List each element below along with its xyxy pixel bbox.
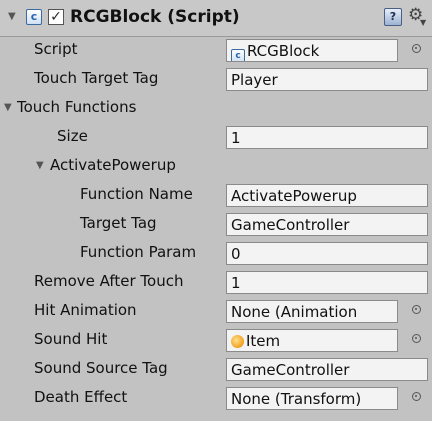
script-icon: c: [231, 49, 245, 61]
inspector-panel: ▼ c ✓ RCGBlock (Script) ? ⚙ ▼ Script c RC…: [0, 0, 432, 421]
target-tag-input[interactable]: GameController: [226, 213, 428, 236]
label-size: Size: [57, 127, 88, 145]
script-field[interactable]: c RCGBlock: [226, 39, 398, 62]
row-size: Size 1: [0, 123, 432, 152]
object-picker-icon[interactable]: [412, 305, 421, 314]
label-element: ActivatePowerup: [50, 156, 176, 174]
death-effect-field[interactable]: None (Transform): [226, 387, 398, 410]
row-element-activatepowerup[interactable]: ▼ ActivatePowerup: [0, 152, 432, 181]
row-sound-hit: Sound Hit Item: [0, 326, 432, 355]
row-sound-source-tag: Sound Source Tag GameController: [0, 355, 432, 384]
help-book-icon[interactable]: ?: [384, 8, 402, 26]
label-sound-source-tag: Sound Source Tag: [34, 359, 168, 377]
size-input[interactable]: 1: [226, 126, 428, 149]
component-header[interactable]: ▼ c ✓ RCGBlock (Script) ? ⚙ ▼: [0, 0, 432, 37]
row-death-effect: Death Effect None (Transform): [0, 384, 432, 413]
label-script: Script: [34, 40, 78, 58]
row-touch-target-tag: Touch Target Tag Player: [0, 65, 432, 94]
row-function-param: Function Param 0: [0, 239, 432, 268]
row-remove-after-touch: Remove After Touch 1: [0, 268, 432, 297]
sound-hit-field[interactable]: Item: [226, 329, 398, 352]
script-value: RCGBlock: [247, 42, 320, 60]
label-death-effect: Death Effect: [34, 388, 128, 406]
row-script: Script c RCGBlock: [0, 36, 432, 65]
remove-after-touch-input[interactable]: 1: [226, 271, 428, 294]
hit-animation-field[interactable]: None (Animation: [226, 300, 398, 323]
label-remove-after-touch: Remove After Touch: [34, 272, 184, 290]
dropdown-caret-icon: ▼: [420, 18, 427, 27]
label-touch-functions: Touch Functions: [17, 98, 137, 116]
sound-source-tag-input[interactable]: GameController: [226, 358, 428, 381]
foldout-arrow-icon[interactable]: ▼: [8, 11, 16, 22]
script-icon: c: [26, 9, 42, 25]
function-name-input[interactable]: ActivatePowerup: [226, 184, 428, 207]
row-touch-functions[interactable]: ▼ Touch Functions: [0, 94, 432, 123]
foldout-arrow-icon[interactable]: ▼: [36, 160, 44, 171]
audio-clip-icon: [231, 335, 244, 348]
sound-hit-value: Item: [246, 332, 281, 350]
object-picker-icon[interactable]: [412, 334, 421, 343]
label-target-tag: Target Tag: [80, 214, 157, 232]
component-enabled-checkbox[interactable]: ✓: [48, 9, 64, 25]
foldout-arrow-icon[interactable]: ▼: [4, 102, 12, 113]
object-picker-icon[interactable]: [412, 44, 421, 53]
label-hit-animation: Hit Animation: [34, 301, 137, 319]
label-function-param: Function Param: [80, 243, 197, 261]
label-touch-target-tag: Touch Target Tag: [34, 69, 159, 87]
touch-target-tag-input[interactable]: Player: [226, 68, 428, 91]
object-picker-icon[interactable]: [412, 392, 421, 401]
row-target-tag: Target Tag GameController: [0, 210, 432, 239]
row-hit-animation: Hit Animation None (Animation: [0, 297, 432, 326]
row-function-name: Function Name ActivatePowerup: [0, 181, 432, 210]
function-param-input[interactable]: 0: [226, 242, 428, 265]
label-function-name: Function Name: [80, 185, 193, 203]
label-sound-hit: Sound Hit: [34, 330, 108, 348]
component-title: RCGBlock (Script): [70, 7, 240, 27]
